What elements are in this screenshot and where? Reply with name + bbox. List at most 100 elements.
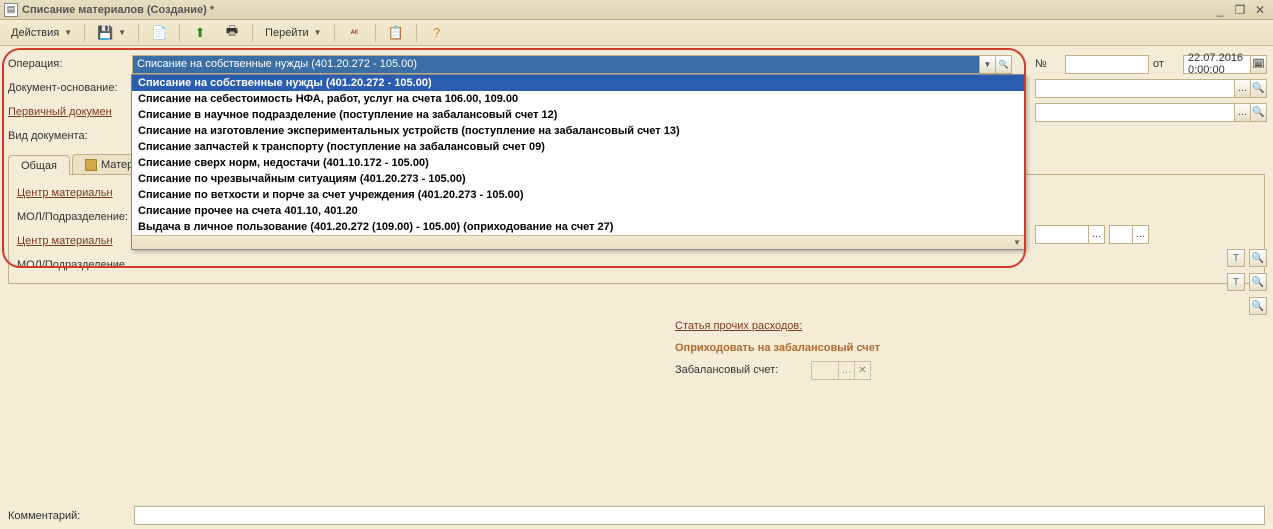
date-field[interactable]: 22.07.2016 0:00:00 🗓 — [1183, 55, 1267, 74]
actions-label: Действия — [11, 27, 59, 39]
lookup-row-2: … 🔍 — [1035, 100, 1267, 124]
small-lookup[interactable]: … — [1109, 225, 1149, 244]
primary-doc-label: Первичный докумен — [8, 106, 128, 118]
dropdown-item[interactable]: Списание по ветхости и порче за счет учр… — [132, 187, 1025, 203]
dropdown-item[interactable]: Списание на изготовление экспериментальн… — [132, 123, 1025, 139]
chevron-down-icon: ▼ — [64, 28, 72, 37]
ellipsis-button[interactable]: … — [1132, 226, 1148, 243]
center2-label: Центр материальн — [17, 235, 147, 247]
table-icon — [85, 159, 97, 171]
search-icon[interactable]: 🔍 — [1249, 297, 1267, 315]
maximize-button[interactable]: ❐ — [1231, 3, 1249, 17]
number-field[interactable] — [1065, 55, 1149, 74]
comment-label: Комментарий: — [8, 510, 128, 522]
dropdown-item[interactable]: Списание прочее на счета 401.10, 401.20 — [132, 203, 1025, 219]
report-icon: 📋 — [388, 25, 404, 41]
floppy-icon: 💾 — [97, 25, 113, 41]
offbalance-field[interactable]: … ✕ — [811, 361, 871, 380]
ellipsis-button[interactable]: … — [838, 362, 854, 379]
search-button[interactable]: 🔍 — [995, 56, 1011, 73]
lower-section: Статья прочих расходов: Оприходовать на … — [675, 316, 1075, 382]
from-label: от — [1153, 58, 1179, 70]
search-icon[interactable]: 🔍 — [1250, 104, 1266, 121]
dropdown-item[interactable]: Списание на собственные нужды (401.20.27… — [132, 75, 1025, 91]
number-row: № от 22.07.2016 0:00:00 🗓 — [1035, 52, 1267, 76]
dropdown-item[interactable]: Списание на себестоимость НФА, работ, ус… — [132, 91, 1025, 107]
center1-label: Центр материальн — [17, 187, 147, 199]
post-icon: ⬆ — [192, 25, 208, 41]
expense-article-label: Статья прочих расходов: — [675, 316, 1075, 336]
clear-icon[interactable]: ✕ — [854, 362, 870, 379]
chevron-down-icon: ▼ — [314, 28, 322, 37]
operation-input[interactable] — [133, 56, 983, 73]
report-button[interactable]: 📋 — [381, 23, 411, 43]
help-icon: ? — [429, 25, 445, 41]
right-column: № от 22.07.2016 0:00:00 🗓 … 🔍 … 🔍 — [1035, 52, 1267, 124]
doc-type-label: Вид документа: — [8, 130, 128, 142]
copy-icon: 📄 — [151, 25, 167, 41]
comment-row: Комментарий: — [8, 506, 1265, 525]
ellipsis-button[interactable]: … — [1234, 80, 1250, 97]
app-icon: ▤ — [4, 3, 18, 17]
toolbar-separator — [179, 24, 180, 42]
mol1-label: МОЛ/Подразделение: — [17, 211, 147, 223]
tab-general[interactable]: Общая — [8, 155, 70, 175]
small-lookup[interactable]: … — [1035, 225, 1105, 244]
mol2-label: МОЛ/Подразделение — [17, 259, 147, 271]
dtkt-button[interactable]: ᴬᴷ — [340, 23, 370, 43]
offbalance-label: Забалансовый счет: — [675, 364, 805, 376]
print-icon: 🖶 — [224, 25, 240, 41]
search-icon[interactable]: 🔍 — [1249, 249, 1267, 267]
operation-field[interactable]: ▼ 🔍 — [132, 55, 1012, 74]
chevron-down-icon: ▼ — [118, 28, 126, 37]
copy-button[interactable]: 📄 — [144, 23, 174, 43]
tab-label: Общая — [21, 160, 57, 172]
basis-doc-label: Документ-основание: — [8, 82, 128, 94]
calendar-icon[interactable]: 🗓 — [1250, 56, 1266, 73]
lookup-field[interactable]: … 🔍 — [1035, 79, 1267, 98]
dropdown-item[interactable]: Списание запчастей к транспорту (поступл… — [132, 139, 1025, 155]
print-button[interactable]: 🖶 — [217, 23, 247, 43]
toolbar-separator — [84, 24, 85, 42]
operation-label: Операция: — [8, 58, 128, 70]
date-value: 22.07.2016 0:00:00 — [1184, 56, 1250, 73]
far-right-column: … … T 🔍 T 🔍 🔍 — [1035, 222, 1267, 318]
dtkt-icon: ᴬᴷ — [347, 25, 363, 41]
window-title: Списание материалов (Создание) * — [22, 4, 1209, 16]
help-button[interactable]: ? — [422, 23, 452, 43]
close-button[interactable]: ✕ — [1251, 3, 1269, 17]
minimize-button[interactable]: _ — [1211, 3, 1229, 17]
goto-menu[interactable]: Перейти ▼ — [258, 23, 329, 43]
search-icon[interactable]: 🔍 — [1250, 80, 1266, 97]
ellipsis-button[interactable]: … — [1088, 226, 1104, 243]
t-button[interactable]: T — [1227, 249, 1245, 267]
basis-right-row: … 🔍 — [1035, 76, 1267, 100]
search-icon[interactable]: 🔍 — [1249, 273, 1267, 291]
offbalance-row: Забалансовый счет: … ✕ — [675, 358, 1075, 382]
actions-menu[interactable]: Действия ▼ — [4, 23, 79, 43]
toolbar-separator — [416, 24, 417, 42]
dropdown-item[interactable]: Выдача в личное пользование (401.20.272 … — [132, 219, 1025, 235]
save-button[interactable]: 💾▼ — [90, 23, 133, 43]
comment-field[interactable] — [134, 506, 1265, 525]
window-titlebar: ▤ Списание материалов (Создание) * _ ❐ ✕ — [0, 0, 1273, 20]
goto-label: Перейти — [265, 27, 309, 39]
toolbar: Действия ▼ 💾▼ 📄 ⬆ 🖶 Перейти ▼ ᴬᴷ 📋 ? — [0, 20, 1273, 46]
lookup-field[interactable]: … 🔍 — [1035, 103, 1267, 122]
booking-group-label: Оприходовать на забалансовый счет — [675, 336, 1075, 358]
toolbar-separator — [375, 24, 376, 42]
dropdown-toggle[interactable]: ▼ — [979, 56, 995, 73]
t-button[interactable]: T — [1227, 273, 1245, 291]
number-label: № — [1035, 58, 1061, 70]
dropdown-scroll[interactable]: ▼ — [132, 235, 1025, 249]
toolbar-separator — [252, 24, 253, 42]
tab-label: Матер — [101, 159, 133, 171]
operation-dropdown[interactable]: Списание на собственные нужды (401.20.27… — [131, 74, 1026, 250]
dropdown-item[interactable]: Списание по чрезвычайным ситуациям (401.… — [132, 171, 1025, 187]
dropdown-item[interactable]: Списание в научное подразделение (поступ… — [132, 107, 1025, 123]
dropdown-item[interactable]: Списание сверх норм, недостачи (401.10.1… — [132, 155, 1025, 171]
post-button[interactable]: ⬆ — [185, 23, 215, 43]
toolbar-separator — [138, 24, 139, 42]
ellipsis-button[interactable]: … — [1234, 104, 1250, 121]
toolbar-separator — [334, 24, 335, 42]
